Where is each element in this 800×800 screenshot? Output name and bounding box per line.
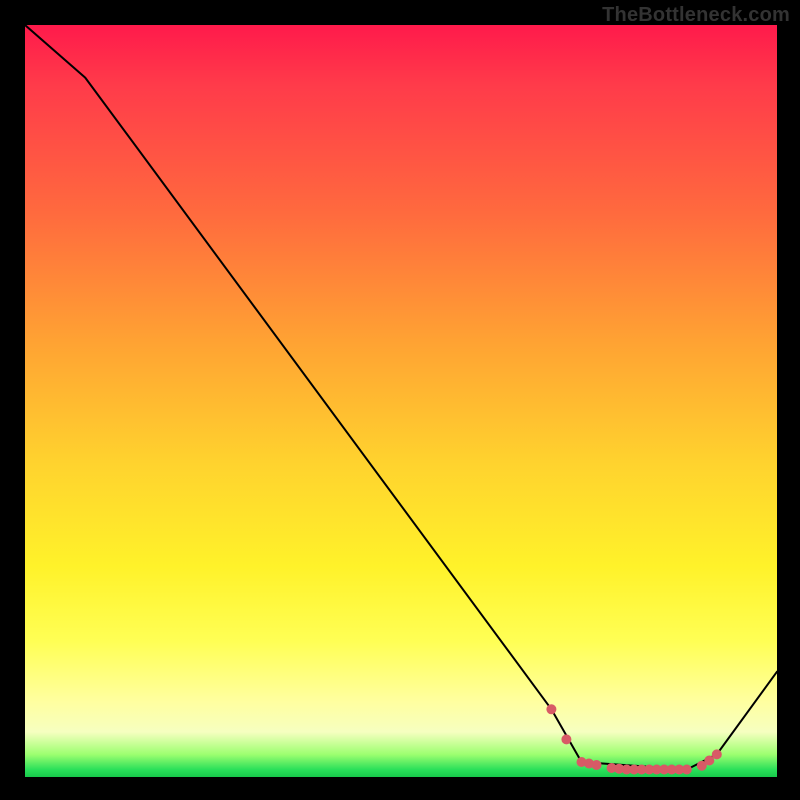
floor-dot xyxy=(682,765,692,775)
floor-dot xyxy=(561,734,571,744)
floor-dots xyxy=(546,704,721,774)
plot-area xyxy=(25,25,777,777)
watermark-text: TheBottleneck.com xyxy=(602,4,790,27)
curve-layer xyxy=(25,25,777,777)
bottleneck-curve xyxy=(25,25,777,770)
floor-dot xyxy=(592,760,602,770)
chart-frame: TheBottleneck.com xyxy=(0,0,800,800)
floor-dot xyxy=(546,704,556,714)
floor-dot xyxy=(712,749,722,759)
